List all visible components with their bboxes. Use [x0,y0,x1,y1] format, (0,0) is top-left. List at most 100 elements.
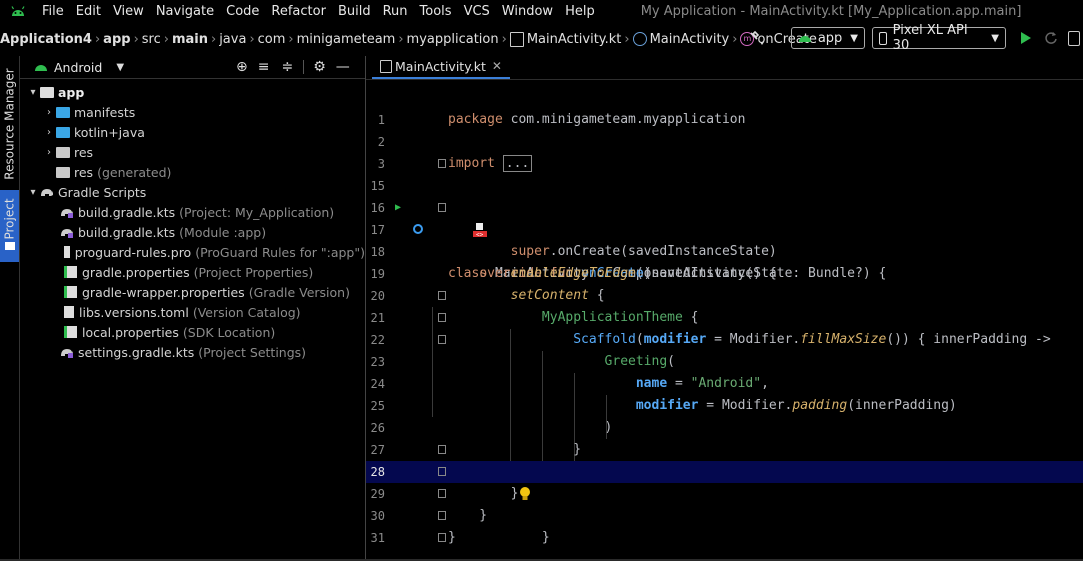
view-selector[interactable]: Android [54,60,102,75]
code-line[interactable]: 24 name = "Android", [366,373,1083,395]
code-line[interactable]: 31} [366,527,1083,549]
tree-item-kotlin-java[interactable]: › kotlin+java [20,122,365,142]
expand-all-icon[interactable]: ≡ [258,59,270,75]
run-config-selector[interactable]: app ▼ [791,27,865,49]
tree-item-label: manifests [74,104,136,120]
menu-tools[interactable]: Tools [414,4,458,19]
code-line[interactable]: 2 [366,131,1083,153]
tree-item-settings-gradle[interactable]: settings.gradle.kts (Project Settings) [20,342,365,362]
menu-run[interactable]: Run [377,4,414,19]
run-icon[interactable] [1020,31,1032,49]
tree-item-proguard[interactable]: proguard-rules.pro (ProGuard Rules for "… [20,242,365,262]
crumb-minigameteam[interactable]: minigameteam [297,32,396,47]
menu-build[interactable]: Build [332,4,377,19]
code-line[interactable]: 3 import ... [366,153,1083,175]
code-line[interactable]: 26 ) [366,417,1083,439]
crumb-class[interactable]: MainActivity [650,32,730,47]
crumb-myapplication[interactable]: myapplication [407,32,499,47]
fold-minus-icon[interactable] [438,313,446,322]
code-line[interactable]: 30 } [366,505,1083,527]
menu-view[interactable]: View [107,4,150,19]
fold-minus-icon[interactable] [438,291,446,300]
chevron-down-icon[interactable]: ▼ [116,62,124,73]
tree-item-hint: (Project Settings) [198,344,307,360]
gear-icon[interactable]: ⚙ [313,59,326,75]
menu-refactor[interactable]: Refactor [265,4,332,19]
menu-code[interactable]: Code [220,4,265,19]
fold-plus-icon[interactable] [438,159,446,168]
tab-resource-manager-label: Resource Manager [2,68,17,180]
tree-item-manifests[interactable]: › manifests [20,102,365,122]
fold-minus-icon[interactable] [438,335,446,344]
menu-help[interactable]: Help [559,4,601,19]
code-line[interactable]: 16 ▶ <> class MainActivity : ComponentAc… [366,197,1083,281]
crumb-project[interactable]: Application4 [0,32,92,47]
crumb-app[interactable]: app [103,32,130,47]
tree-item-res-generated[interactable]: res (generated) [20,162,365,182]
menu-vcs[interactable]: VCS [458,4,496,19]
menu-edit[interactable]: Edit [70,4,107,19]
fold-end-icon[interactable] [438,467,446,476]
crumb-file[interactable]: MainActivity.kt [527,32,622,47]
chevron-right-icon[interactable]: › [42,107,56,118]
minimize-icon[interactable]: — [336,59,350,75]
menu-window[interactable]: Window [496,4,559,19]
locate-icon[interactable]: ⊕ [236,59,248,75]
code-line[interactable]: 25 modifier = Modifier.padding(innerPadd… [366,395,1083,417]
tree-item-gradle-properties[interactable]: gradle.properties (Project Properties) [20,262,365,282]
menu-navigate[interactable]: Navigate [150,4,220,19]
code-line[interactable]: 17 override fun onCreate(savedInstanceSt… [366,219,1083,281]
tab-mainactivity[interactable]: MainActivity.kt ✕ [372,55,510,79]
tree-item-build-gradle-module[interactable]: build.gradle.kts (Module :app) [20,222,365,242]
code-line[interactable]: 19 enableEdgeToEdge() [366,263,1083,285]
code-line[interactable]: 21 MyApplicationTheme { [366,307,1083,329]
code-line[interactable]: 15 [366,175,1083,197]
hammer-sync-icon[interactable] [748,30,768,48]
activity-gutter-icon[interactable]: <> [410,201,487,239]
code-line[interactable]: 20 setContent { [366,285,1083,307]
device-mirror-icon[interactable] [1068,31,1080,46]
tree-item-gradle-scripts[interactable]: ▾ Gradle Scripts [20,182,365,202]
line-number: 17 [370,223,385,237]
crumb-java[interactable]: java [219,32,246,47]
menu-file[interactable]: File [36,4,70,19]
code-line-current[interactable]: 28 } [366,461,1083,545]
fold-minus-icon[interactable] [438,203,446,212]
collapse-all-icon[interactable]: ≑ [282,59,294,75]
fold-end-icon[interactable] [438,489,446,498]
crumb-main[interactable]: main [172,32,208,47]
tree-item-label: settings.gradle.kts [78,344,195,360]
tab-resource-manager[interactable]: Resource Manager [0,60,19,188]
close-icon[interactable]: ✕ [492,59,502,73]
code-line[interactable]: 18 super.onCreate(savedInstanceState) [366,241,1083,263]
code-line[interactable]: 27 } [366,439,1083,461]
run-gutter-icon[interactable]: ▶ [395,197,401,219]
crumb-src[interactable]: src [142,32,161,47]
override-gutter-icon[interactable] [413,224,423,234]
tree-item-gradle-wrapper[interactable]: gradle-wrapper.properties (Gradle Versio… [20,282,365,302]
tree-item-res[interactable]: › res [20,142,365,162]
tree-item-app[interactable]: ▾ app [20,82,365,102]
code-line[interactable]: 1 package com.minigameteam.myapplication [366,109,1083,131]
tree-item-libs-versions[interactable]: libs.versions.toml (Version Catalog) [20,302,365,322]
chevron-down-icon[interactable]: ▾ [26,187,40,198]
fold-end-icon[interactable] [438,511,446,520]
tab-project[interactable]: Project [0,190,19,262]
device-selector[interactable]: Pixel XL API 30 ▼ [872,23,1006,53]
code-area[interactable]: 1 package com.minigameteam.myapplication … [366,109,1083,549]
chevron-down-icon[interactable]: ▾ [26,87,40,98]
text-file-icon [64,246,70,258]
folder-icon [5,242,15,250]
rerun-icon[interactable] [1044,31,1058,49]
fold-end-icon[interactable] [438,533,446,542]
crumb-com[interactable]: com [258,32,286,47]
tree-item-local-properties[interactable]: local.properties (SDK Location) [20,322,365,342]
chevron-right-icon[interactable]: › [42,127,56,138]
code-line[interactable]: 22 Scaffold(modifier = Modifier.fillMaxS… [366,329,1083,351]
fold-end-icon[interactable] [438,445,446,454]
chevron-right-icon[interactable]: › [42,147,56,158]
tree-item-build-gradle-project[interactable]: build.gradle.kts (Project: My_Applicatio… [20,202,365,222]
code-line[interactable]: 29 } [366,483,1083,505]
tab-project-label: Project [2,198,17,240]
code-line[interactable]: 23 Greeting( [366,351,1083,373]
